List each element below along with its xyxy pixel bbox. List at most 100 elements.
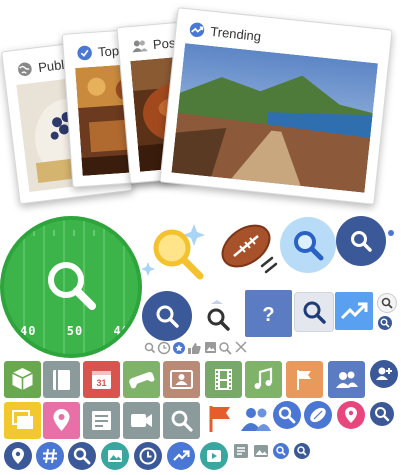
coastal-landscape-photo	[171, 43, 379, 193]
photo-icon	[108, 450, 122, 462]
search-tiny-blue-button[interactable]	[273, 443, 289, 459]
search-tile[interactable]	[163, 402, 200, 439]
card-trending-label: Trending	[209, 23, 262, 45]
card-trending[interactable]: Trending	[159, 7, 393, 205]
search-blue-circle-button[interactable]	[273, 401, 301, 429]
search-plain-icon[interactable]	[201, 300, 235, 334]
search-icon	[294, 231, 324, 261]
globe-icon	[18, 62, 32, 77]
search-icon	[278, 406, 296, 424]
svg-text:?: ?	[262, 304, 274, 326]
flag-tile[interactable]	[286, 361, 323, 398]
search-icon	[351, 231, 372, 252]
dot-indicator	[388, 230, 394, 236]
search-bubble-light-button[interactable]	[280, 217, 336, 273]
add-friend-button[interactable]	[370, 360, 398, 388]
film-tile[interactable]	[205, 361, 242, 398]
trending-blue-button[interactable]	[167, 442, 195, 470]
windows-tile[interactable]	[4, 402, 41, 439]
calendar-tile[interactable]: 31	[83, 361, 120, 398]
clock-icon	[139, 447, 157, 465]
contact-card-icon	[170, 370, 193, 389]
hashtag-button[interactable]	[36, 442, 64, 470]
notes-icon	[92, 411, 111, 430]
video-camera-icon	[131, 414, 152, 427]
location-navy-circle-button[interactable]	[4, 442, 32, 470]
search-icon	[156, 305, 179, 328]
location-pink-circle-button[interactable]	[337, 401, 365, 429]
book-tile[interactable]	[43, 361, 80, 398]
search-icon	[380, 318, 390, 328]
photo-mini-icon	[205, 342, 216, 353]
yard-number-center: 50	[66, 324, 84, 338]
contact-card-tile[interactable]	[163, 361, 200, 398]
search-icon	[171, 410, 193, 432]
play-teal-button[interactable]	[200, 442, 228, 470]
thumbs-up-mini-icon	[188, 343, 201, 354]
flag-orange-icon[interactable]	[207, 404, 239, 434]
windows-stack-icon	[12, 410, 33, 429]
checkmark-badge-icon	[77, 45, 92, 61]
search-tiny-navy-button[interactable]	[294, 443, 310, 459]
yard-number-left: 40	[20, 324, 37, 338]
video-tile[interactable]	[123, 402, 160, 439]
search-icon	[73, 447, 91, 465]
search-square-grey-button[interactable]	[294, 292, 334, 332]
question-mark-button[interactable]: ?	[245, 290, 292, 337]
yard-number-right: 40	[113, 324, 130, 338]
hashtag-icon	[43, 448, 57, 464]
clock-mini-icon	[157, 341, 171, 355]
people-blue-icon[interactable]	[239, 404, 273, 434]
location-tile[interactable]	[43, 402, 80, 439]
football-icon	[310, 407, 326, 423]
location-pin-icon	[345, 407, 357, 423]
magnifier-sparkle-icon	[142, 224, 205, 280]
flag-icon	[297, 370, 311, 390]
group-tile[interactable]	[328, 361, 365, 398]
trending-arrow-icon	[189, 22, 205, 38]
photo-small-icon[interactable]	[253, 443, 269, 459]
football-field-circle[interactable]: 40 50 40	[0, 216, 142, 358]
notes-tile[interactable]	[83, 402, 120, 439]
search-mini-icon	[144, 342, 156, 354]
cube-icon	[12, 368, 33, 390]
search-icon	[375, 407, 390, 422]
music-note-icon	[254, 367, 273, 389]
game-controller-tile[interactable]	[123, 361, 160, 398]
football-icon	[221, 224, 278, 274]
game-controller-icon	[129, 372, 155, 389]
search-icon	[297, 446, 307, 456]
mini-icon-strip	[144, 341, 247, 355]
search-circle-navy-button[interactable]	[142, 291, 192, 341]
search-mini-navy-button[interactable]	[378, 316, 392, 330]
search-navy-small-button[interactable]	[370, 402, 394, 426]
search-bubble-dark-button[interactable]	[336, 216, 386, 266]
clock-navy-button[interactable]	[134, 442, 162, 470]
location-pin-icon	[12, 448, 24, 464]
search-navy-bottom-button[interactable]	[68, 442, 96, 470]
cube-tile[interactable]	[4, 361, 41, 398]
search-icon	[48, 262, 96, 310]
svg-text:31: 31	[96, 378, 106, 388]
music-tile[interactable]	[245, 361, 282, 398]
search-icon	[303, 301, 326, 324]
search-small-outline-button[interactable]	[377, 293, 397, 313]
trending-arrow-icon	[340, 302, 368, 320]
film-strip-icon	[215, 369, 232, 390]
book-icon	[53, 370, 70, 390]
play-video-icon	[207, 450, 221, 462]
star-badge-mini-icon	[173, 342, 185, 354]
photo-teal-button[interactable]	[101, 442, 129, 470]
search-outline-mini-icon	[219, 342, 232, 355]
football-blue-circle-button[interactable]	[304, 401, 332, 429]
people-icon	[336, 371, 358, 388]
notes-small-icon[interactable]	[233, 443, 249, 459]
search-icon	[381, 297, 393, 309]
question-mark-icon: ?	[262, 304, 274, 326]
add-friend-icon	[376, 367, 392, 380]
location-pin-icon	[53, 409, 70, 431]
trending-square-button[interactable]	[335, 292, 373, 330]
calendar-icon: 31	[92, 371, 111, 389]
close-mini-icon	[235, 341, 247, 353]
search-icon	[276, 446, 286, 456]
